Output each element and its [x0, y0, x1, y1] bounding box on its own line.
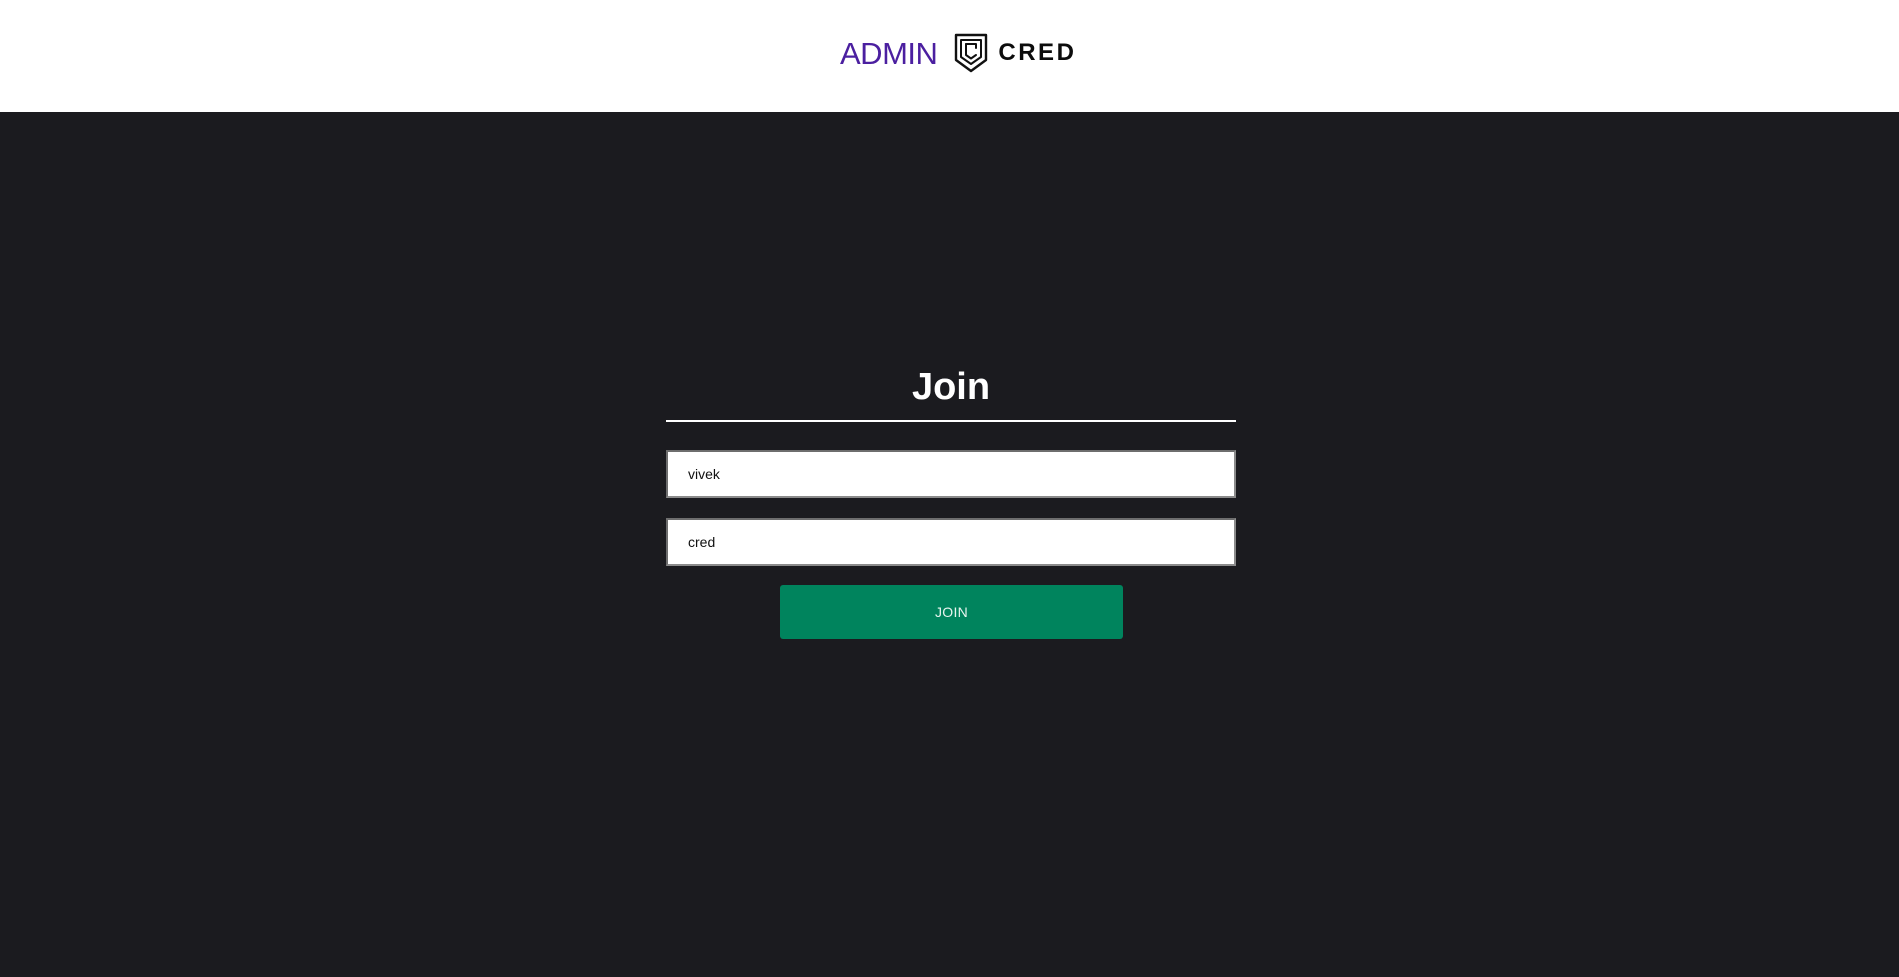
brand-admin-text: ADMIN — [840, 35, 938, 71]
form-title: Join — [911, 366, 991, 408]
join-button[interactable]: JOIN — [780, 585, 1123, 639]
cred-shield-icon — [955, 33, 988, 73]
top-header: ADMIN CRED — [0, 0, 1899, 112]
brand-cred-text: CRED — [998, 39, 1077, 66]
title-divider — [666, 420, 1236, 422]
password-input[interactable] — [666, 518, 1236, 566]
brand-logo: ADMIN CRED — [840, 32, 1076, 74]
username-input[interactable] — [666, 450, 1236, 498]
